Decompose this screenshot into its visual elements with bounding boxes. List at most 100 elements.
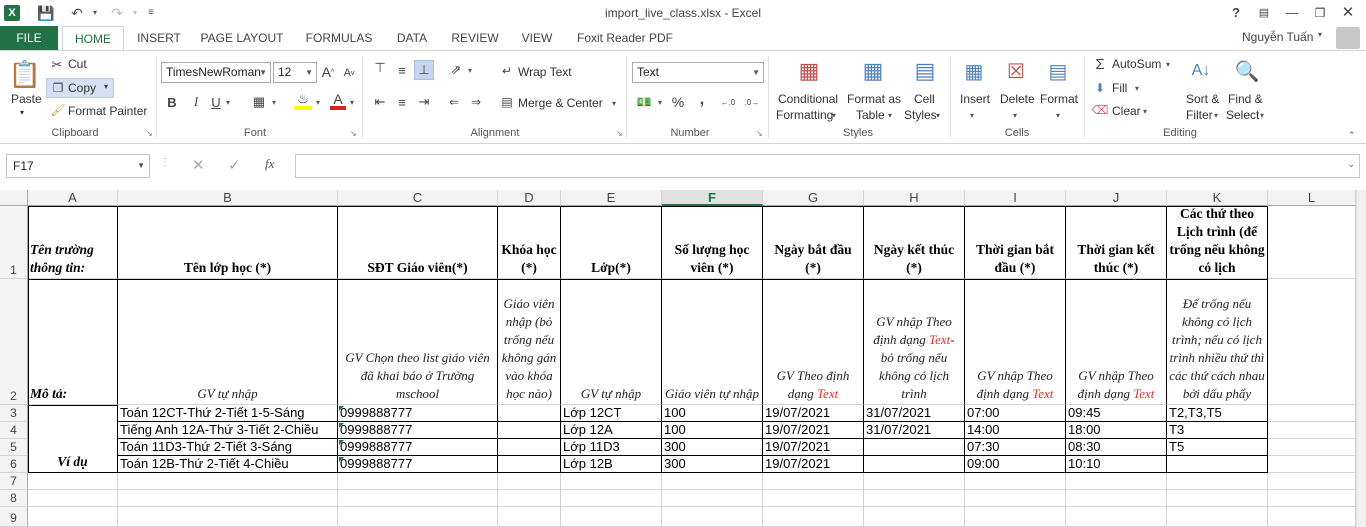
error-indicator-icon[interactable] xyxy=(339,423,344,428)
accounting-format-icon[interactable]: 💵 xyxy=(634,94,654,110)
cell-j6[interactable]: 10:10 xyxy=(1066,456,1167,473)
empty-row[interactable] xyxy=(28,507,1356,527)
delete-dropdown-icon[interactable]: ▾ xyxy=(1013,111,1017,120)
conditional-formatting-icon[interactable]: ▦ xyxy=(794,56,824,86)
find-dropdown-icon[interactable]: ▾ xyxy=(1260,111,1264,120)
row-header-5[interactable]: 5 xyxy=(0,439,28,456)
tab-home[interactable]: HOME xyxy=(62,26,124,50)
column-header-h[interactable]: H xyxy=(864,190,965,206)
cell-e3[interactable]: Lớp 12CT xyxy=(561,405,662,422)
find-select-icon[interactable]: 🔍 xyxy=(1232,56,1262,86)
cell-h6[interactable] xyxy=(864,456,965,473)
restore-icon[interactable]: ❐ xyxy=(1310,3,1330,23)
cell-d6[interactable] xyxy=(498,456,561,473)
increase-indent-icon[interactable]: ⇒ xyxy=(468,94,484,110)
cell-a1[interactable]: Tên trường thông tin: xyxy=(28,206,118,279)
italic-button[interactable]: I xyxy=(188,94,204,110)
expand-formula-icon[interactable]: ⌄ xyxy=(1347,159,1355,170)
font-launcher-icon[interactable]: ↘ xyxy=(350,129,357,138)
autosum-dropdown-icon[interactable]: ▾ xyxy=(1166,60,1170,69)
format-as-table-icon[interactable]: ▦ xyxy=(858,56,888,86)
cell-a3-example[interactable]: Ví dụ xyxy=(28,405,118,473)
clear-dropdown-icon[interactable]: ▾ xyxy=(1143,107,1147,116)
cell-k2[interactable]: Để trống nếu không có lịch trình; nếu có… xyxy=(1167,279,1268,405)
fill-button[interactable]: Fill xyxy=(1112,81,1127,95)
column-header-f[interactable]: F xyxy=(662,190,763,206)
insert-function-button[interactable]: fx xyxy=(265,156,274,172)
align-top-icon[interactable]: ⊤ xyxy=(372,60,388,76)
format-painter-button[interactable]: Format Painter xyxy=(68,104,147,118)
column-header-i[interactable]: I xyxy=(965,190,1066,206)
paste-dropdown-icon[interactable]: ▾ xyxy=(20,108,24,117)
cell-b5[interactable]: Toán 11D3-Thứ 2-Tiết 3-Sáng xyxy=(118,439,338,456)
cell-l3[interactable] xyxy=(1268,405,1356,422)
cell-i5[interactable]: 07:30 xyxy=(965,439,1066,456)
cell-i4[interactable]: 14:00 xyxy=(965,422,1066,439)
cell-e1[interactable]: Lớp(*) xyxy=(561,206,662,279)
tab-page-layout[interactable]: PAGE LAYOUT xyxy=(196,26,288,50)
format-as-table-button[interactable]: Format as xyxy=(847,92,901,106)
accounting-dropdown-icon[interactable]: ▾ xyxy=(658,98,662,107)
select-all-button[interactable] xyxy=(0,190,28,206)
cell-i3[interactable]: 07:00 xyxy=(965,405,1066,422)
cell-c1[interactable]: SĐT Giáo viên(*) xyxy=(338,206,498,279)
column-header-a[interactable]: A xyxy=(28,190,118,206)
cell-c4[interactable]: 0999888777 xyxy=(338,422,498,439)
cell-k4[interactable]: T3 xyxy=(1167,422,1268,439)
conditional-dropdown-icon[interactable]: ▾ xyxy=(832,111,836,120)
help-button[interactable]: ? xyxy=(1226,3,1246,23)
format-dropdown-icon[interactable]: ▾ xyxy=(1056,111,1060,120)
merge-center-button[interactable]: Merge & Center xyxy=(518,96,603,110)
cell-i6[interactable]: 09:00 xyxy=(965,456,1066,473)
column-header-g[interactable]: G xyxy=(763,190,864,206)
cell-f4[interactable]: 100 xyxy=(662,422,763,439)
cell-l1[interactable] xyxy=(1268,206,1356,279)
row-header-4[interactable]: 4 xyxy=(0,422,28,439)
cell-g5[interactable]: 19/07/2021 xyxy=(763,439,864,456)
column-header-k[interactable]: K xyxy=(1167,190,1268,206)
clipboard-launcher-icon[interactable]: ↘ xyxy=(146,129,153,138)
conditional-formatting-label2[interactable]: Formatting xyxy=(776,108,833,122)
number-launcher-icon[interactable]: ↘ xyxy=(756,129,763,138)
cell-d5[interactable] xyxy=(498,439,561,456)
copy-dropdown-icon[interactable]: ▾ xyxy=(104,82,108,91)
cell-e2[interactable]: GV tự nhập xyxy=(561,279,662,405)
cell-h1[interactable]: Ngày kết thúc (*) xyxy=(864,206,965,279)
comma-style-button[interactable]: , xyxy=(694,91,710,108)
percent-style-button[interactable]: % xyxy=(670,94,686,110)
clear-icon[interactable]: ⌫ xyxy=(1092,102,1109,118)
close-icon[interactable]: ✕ xyxy=(1338,3,1358,23)
borders-icon[interactable]: ▦ xyxy=(250,94,268,110)
formula-input[interactable]: ⌄ xyxy=(295,154,1360,178)
row-header-9[interactable]: 9 xyxy=(0,507,28,527)
format-cells-button[interactable]: Format xyxy=(1040,92,1078,106)
row-header-6[interactable]: 6 xyxy=(0,456,28,473)
cell-h3[interactable]: 31/07/2021 xyxy=(864,405,965,422)
insert-dropdown-icon[interactable]: ▾ xyxy=(970,111,974,120)
confirm-entry-icon[interactable]: ✓ xyxy=(228,156,241,174)
cell-i1[interactable]: Thời gian bắt đầu (*) xyxy=(965,206,1066,279)
cell-g6[interactable]: 19/07/2021 xyxy=(763,456,864,473)
cell-j4[interactable]: 18:00 xyxy=(1066,422,1167,439)
cell-f6[interactable]: 300 xyxy=(662,456,763,473)
cell-b1[interactable]: Tên lớp học (*) xyxy=(118,206,338,279)
user-name[interactable]: Nguyễn Tuấn xyxy=(1242,30,1313,44)
cell-d4[interactable] xyxy=(498,422,561,439)
cell-d2[interactable]: Giáo viên nhập (bỏ trống nếu không gán v… xyxy=(498,279,561,405)
sort-dropdown-icon[interactable]: ▾ xyxy=(1214,111,1218,120)
empty-row[interactable] xyxy=(28,490,1356,507)
insert-cells-button[interactable]: Insert xyxy=(960,92,990,106)
error-indicator-icon[interactable] xyxy=(339,440,344,445)
tab-file[interactable]: FILE xyxy=(0,26,58,50)
cell-k1[interactable]: Các thứ theo Lịch trình (để trống nếu kh… xyxy=(1167,206,1268,279)
cell-c6[interactable]: 0999888777 xyxy=(338,456,498,473)
alignment-launcher-icon[interactable]: ↘ xyxy=(616,129,623,138)
name-box[interactable]: F17 ▼ xyxy=(6,154,150,178)
wrap-text-button[interactable]: Wrap Text xyxy=(518,65,572,79)
cell-l4[interactable] xyxy=(1268,422,1356,439)
autosum-button[interactable]: AutoSum xyxy=(1112,57,1161,71)
format-painter-icon[interactable]: 🖌 xyxy=(50,102,66,118)
cell-k5[interactable]: T5 xyxy=(1167,439,1268,456)
error-indicator-icon[interactable] xyxy=(339,406,344,411)
borders-dropdown-icon[interactable]: ▾ xyxy=(272,98,276,107)
